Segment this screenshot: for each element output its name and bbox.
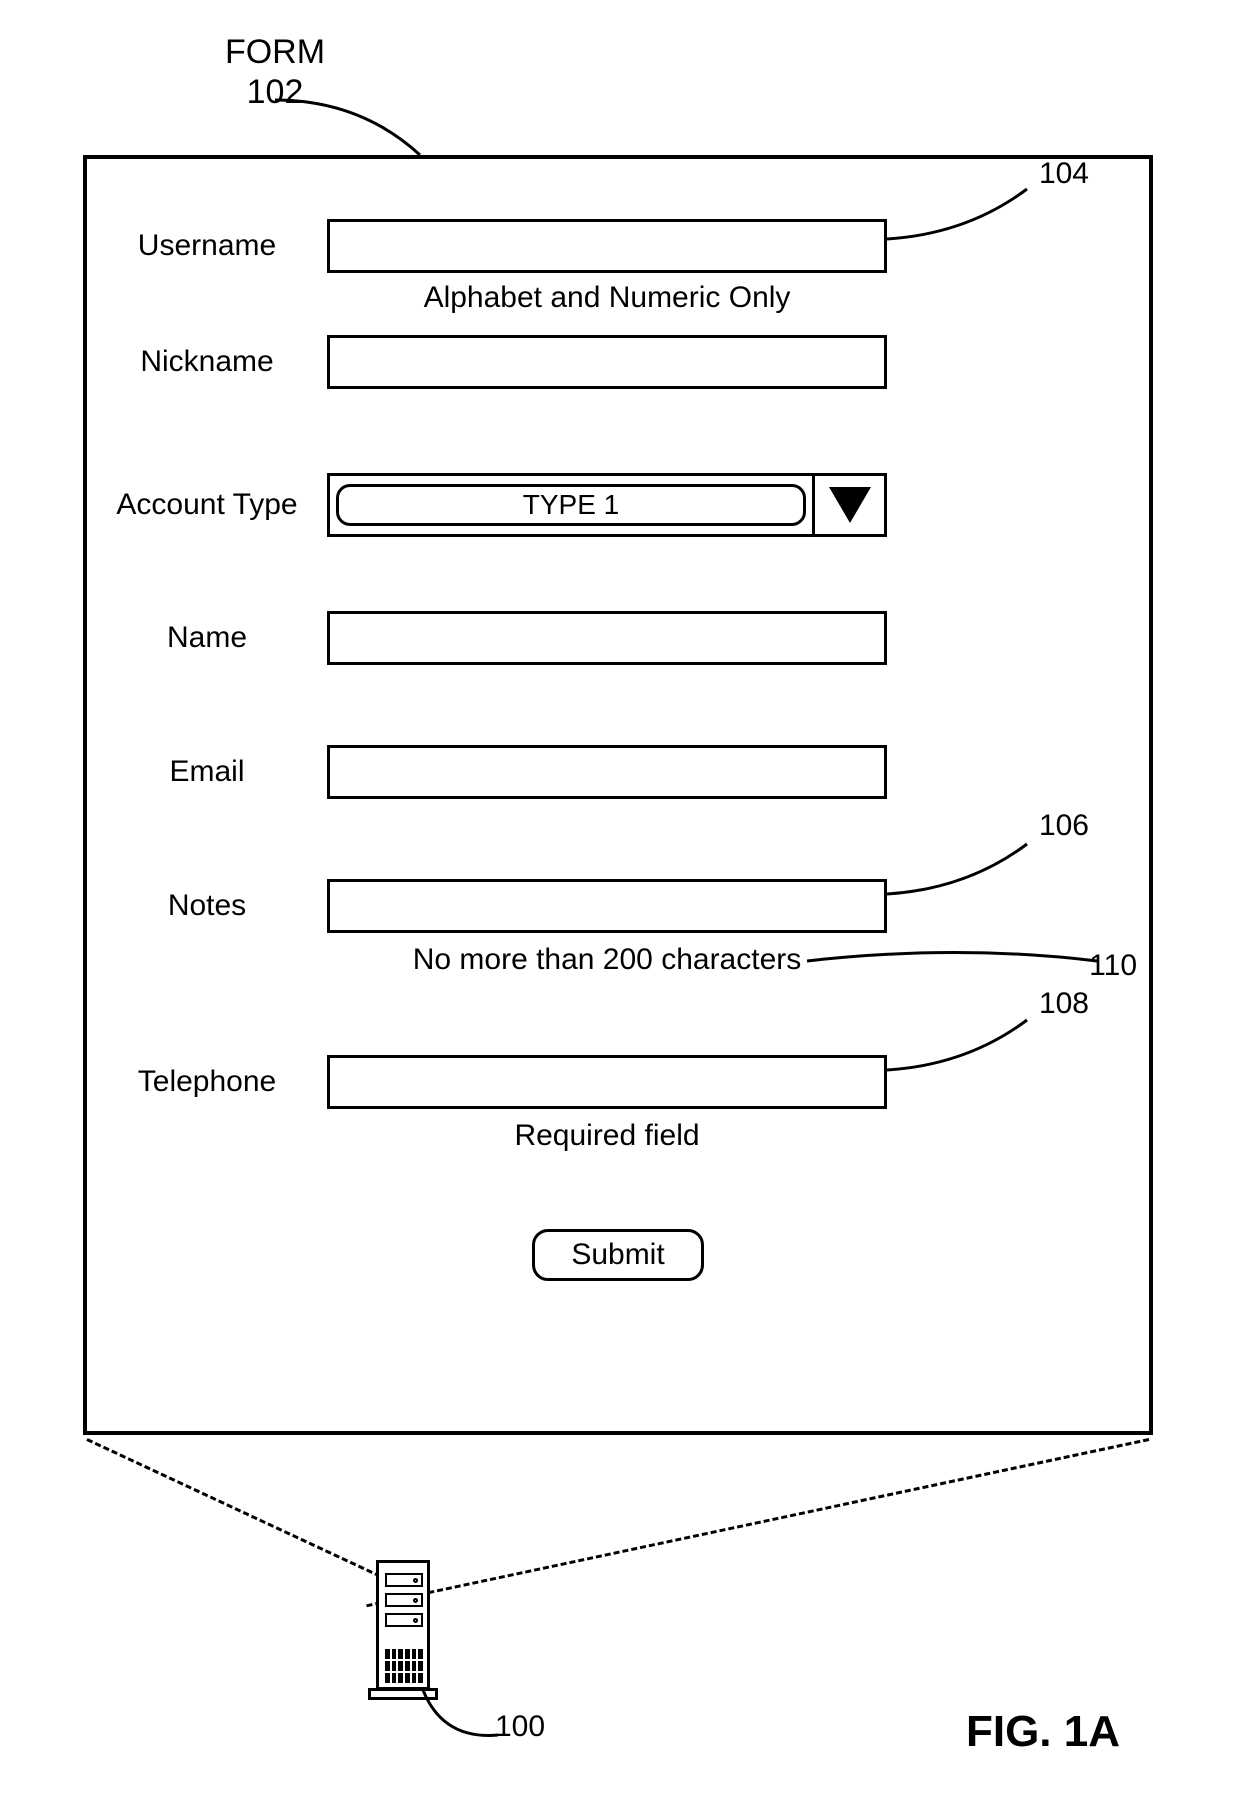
label-name: Name [87,621,327,655]
label-notes: Notes [87,889,327,923]
hint-telephone: Required field [327,1119,887,1153]
row-name: Name [87,611,1149,665]
ref-108: 108 [1039,987,1089,1021]
chevron-down-icon [827,485,873,525]
submit-row: Submit [87,1229,1149,1281]
label-nickname: Nickname [87,345,327,379]
label-account-type: Account Type [87,488,327,522]
form-title: FORM [195,32,355,72]
label-username: Username [87,229,327,263]
lead-line-form [270,95,430,160]
input-email[interactable] [327,745,887,799]
figure-canvas: FORM 102 104 Username Alphabet and Numer… [0,0,1240,1812]
ref-100: 100 [495,1710,545,1744]
projection-line-left [86,1438,414,1593]
submit-button[interactable]: Submit [532,1229,703,1281]
row-nickname: Nickname [87,335,1149,389]
label-telephone: Telephone [87,1065,327,1099]
hint-notes: No more than 200 characters [327,943,887,977]
input-nickname[interactable] [327,335,887,389]
ref-104: 104 [1039,157,1089,191]
figure-caption: FIG. 1A [966,1707,1120,1757]
input-telephone[interactable] [327,1055,887,1109]
input-name[interactable] [327,611,887,665]
input-notes[interactable] [327,879,887,933]
ref-106: 106 [1039,809,1089,843]
input-username[interactable] [327,219,887,273]
row-notes: Notes [87,879,1149,933]
dropdown-selected: TYPE 1 [336,484,806,526]
row-email: Email [87,745,1149,799]
form-panel: 104 Username Alphabet and Numeric Only N… [83,155,1153,1435]
label-email: Email [87,755,327,789]
row-telephone: Telephone [87,1055,1149,1109]
dropdown-toggle[interactable] [812,476,884,534]
dropdown-account-type[interactable]: TYPE 1 [327,473,887,537]
hint-username: Alphabet and Numeric Only [327,281,887,315]
row-account-type: Account Type TYPE 1 [87,473,1149,537]
ref-110: 110 [1089,949,1137,983]
projection-line-right [366,1438,1149,1607]
row-username: Username [87,219,1149,273]
